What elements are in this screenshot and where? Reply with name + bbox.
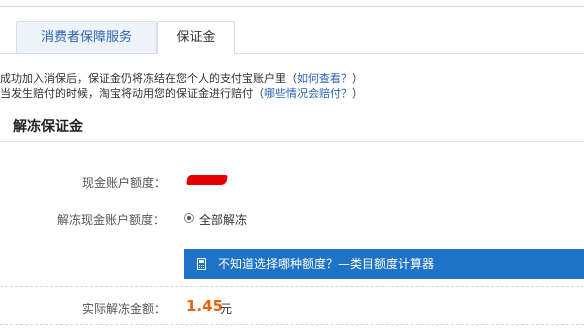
- cash-account-label: 现金账户额度：: [82, 176, 167, 190]
- actual-amount-value: 1.45: [186, 297, 224, 315]
- unfreeze-all-label[interactable]: 全部解冻: [199, 211, 247, 228]
- redacted-value: [186, 175, 228, 185]
- note-line-2: 当发生赔付的时候，淘宝将动用您的保证金进行赔付（哪些情况会赔付？）: [0, 87, 363, 100]
- calculator-banner[interactable]: 不知道选择哪种额度？—类目额度计算器: [184, 249, 584, 279]
- tab-bar: 消费者保障服务 保证金: [0, 17, 584, 54]
- calculator-link[interactable]: 不知道选择哪种额度？—类目额度计算器: [218, 249, 434, 279]
- which-cases-link[interactable]: 哪些情况会赔付？: [264, 87, 352, 100]
- calculator-icon: [197, 258, 206, 270]
- top-divider: [0, 0, 584, 7]
- actual-amount-label: 实际解冻金额：: [82, 302, 167, 316]
- divider-bottom: [0, 324, 584, 325]
- currency-unit: 元: [220, 302, 233, 316]
- note-line-1: 成功加入消保后，保证金仍将冻结在您个人的支付宝账户里（如何查看？）: [0, 72, 363, 85]
- divider: [0, 286, 584, 287]
- tab-deposit[interactable]: 保证金: [157, 21, 235, 54]
- how-to-view-link[interactable]: 如何查看？: [297, 72, 352, 85]
- section-title: 解冻保证金: [0, 112, 584, 142]
- info-notes: 成功加入消保后，保证金仍将冻结在您个人的支付宝账户里（如何查看？） 当发生赔付的…: [0, 71, 363, 101]
- tab-consumer-protection[interactable]: 消费者保障服务: [16, 21, 157, 53]
- unfreeze-all-radio[interactable]: [184, 213, 194, 223]
- unfreeze-label: 解冻现金账户额度：: [57, 213, 166, 227]
